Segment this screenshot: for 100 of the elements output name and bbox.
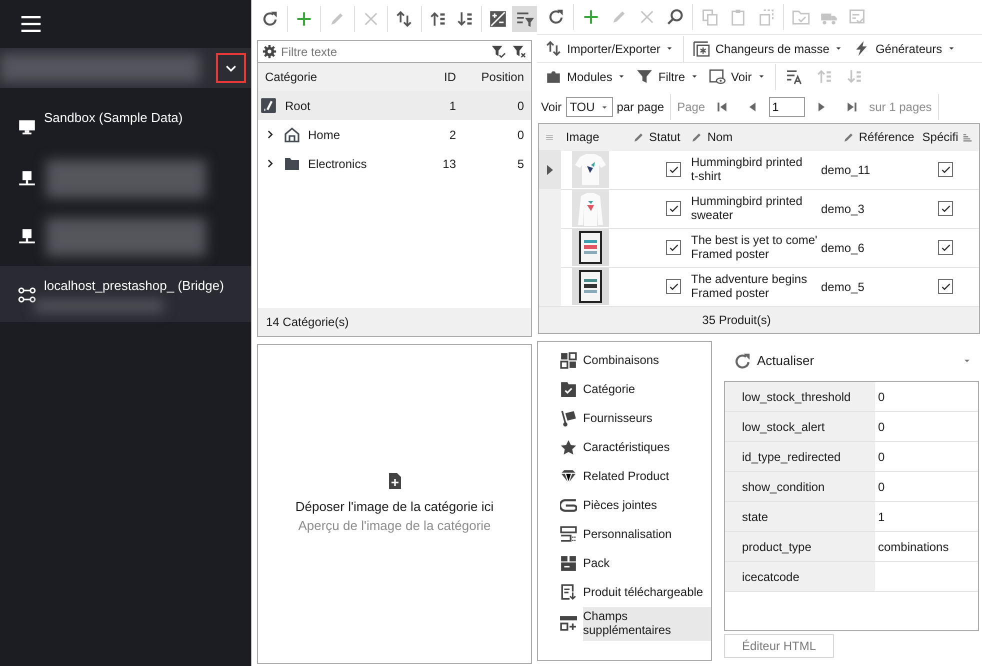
field-name: product_type: [725, 532, 875, 561]
add-image-icon: [386, 472, 402, 488]
tree-row[interactable]: Root 1 0: [258, 91, 531, 120]
pencil-icon: [690, 130, 704, 144]
field-value[interactable]: 0: [875, 472, 978, 501]
checkbox[interactable]: [666, 279, 681, 294]
row-header[interactable]: [539, 150, 561, 189]
tree-row[interactable]: Electronics 13 5: [258, 149, 531, 178]
column-header[interactable]: Spécifi: [914, 128, 979, 146]
page-field[interactable]: 1: [769, 97, 806, 117]
detail-tab[interactable]: Pack: [583, 549, 711, 578]
check-icon: [940, 242, 952, 254]
duplicate-icon: [757, 8, 775, 26]
detail-tab[interactable]: Fournisseurs: [583, 404, 711, 433]
menu-button[interactable]: Modules: [542, 66, 630, 88]
column-header[interactable]: Nom: [680, 128, 820, 146]
product-name: Hummingbird printed sweater: [690, 194, 804, 222]
tree-row[interactable]: Home 2 0: [258, 120, 531, 149]
field-name: low_stock_threshold: [725, 382, 875, 411]
settings-button[interactable]: [261, 43, 278, 60]
menu-button[interactable]: Changeurs de masse: [690, 38, 846, 60]
check-icon: [668, 202, 680, 214]
refresh-button[interactable]: Actualiser: [730, 349, 818, 373]
column-header[interactable]: Image: [560, 128, 619, 146]
category-name: Root: [285, 98, 310, 114]
category-name: Electronics: [308, 156, 367, 172]
product-row[interactable]: The adventure begins Framed poster demo_5: [539, 268, 979, 306]
move-down-icon: [846, 68, 864, 85]
page-total: sur 1 pages: [869, 99, 932, 116]
detail-tab[interactable]: Produit téléchargeable: [583, 578, 711, 607]
field-name: low_stock_alert: [725, 412, 875, 441]
grid-icon: [560, 352, 577, 369]
package-icon: [560, 555, 577, 572]
detail-tab[interactable]: Caractéristiques: [583, 433, 711, 462]
product-row[interactable]: Hummingbird printed sweater demo_3: [539, 190, 979, 228]
monitor-icon: [18, 118, 36, 136]
detail-tab[interactable]: Champs supplémentaires: [583, 607, 711, 641]
checkbox[interactable]: [666, 201, 681, 216]
column-header[interactable]: Position: [456, 68, 531, 86]
image-drop-zone[interactable]: Déposer l'image de la catégorie ici Aperçu de l'image de la catégorie: [257, 344, 532, 664]
plus-icon: [294, 10, 313, 28]
detail-tab[interactable]: Related Product: [583, 462, 711, 491]
detail-tab[interactable]: Pièces jointes: [583, 491, 711, 520]
menu-button[interactable]: Importer/Exporter: [542, 38, 678, 60]
column-header[interactable]: Catégorie: [258, 68, 406, 86]
filter-icon: [636, 68, 654, 85]
move-up-icon: [429, 10, 448, 28]
menu-icon: [20, 13, 42, 35]
field-value[interactable]: 0: [875, 442, 978, 471]
filter-list-button[interactable]: [512, 6, 538, 32]
field-value[interactable]: 0: [875, 382, 978, 411]
reference-cell-text: demo_5: [821, 278, 866, 296]
network-icon: [18, 170, 36, 188]
checkbox[interactable]: [666, 240, 681, 255]
detail-tab[interactable]: Combinaisons: [583, 346, 711, 375]
check-icon: [940, 164, 952, 176]
column-header[interactable]: ID: [406, 68, 456, 86]
checkbox[interactable]: [666, 162, 681, 177]
menu-button[interactable]: Voir: [706, 66, 769, 88]
html-editor-button[interactable]: Éditeur HTML: [724, 634, 834, 658]
download-document-icon: [560, 584, 577, 601]
connection-name: localhost_prestashop_ (Bridge): [44, 277, 224, 295]
checkbox[interactable]: [938, 279, 953, 294]
product-name: Hummingbird printed t-shirt: [690, 156, 804, 184]
detail-tab[interactable]: Catégorie: [583, 375, 711, 404]
menu-button[interactable]: Générateurs: [850, 38, 960, 60]
product-name: The best is yet to come' Framed poster: [690, 234, 818, 262]
page-size-label: Voir: [541, 99, 562, 116]
connection-icon: [18, 286, 36, 304]
field-value[interactable]: 0: [875, 412, 978, 441]
folder-check-icon: [792, 8, 810, 26]
category-name: Home: [308, 126, 340, 144]
first-page-icon: [715, 100, 730, 114]
field-name: state: [725, 502, 875, 531]
field-value[interactable]: 1: [875, 502, 978, 531]
folder-check-icon: [560, 381, 577, 398]
refresh-icon: [261, 10, 280, 28]
column-header[interactable]: Statut: [618, 128, 680, 146]
connection-item[interactable]: Sandbox (Sample Data): [0, 98, 251, 150]
id-cell-text: 1: [448, 98, 456, 114]
product-row[interactable]: Hummingbird printed t-shirt demo_11: [539, 150, 979, 190]
checkbox[interactable]: [938, 162, 953, 177]
page-size-select[interactable]: TOU: [566, 97, 613, 117]
puzzle-icon: [545, 68, 562, 85]
page-label: Page: [677, 99, 706, 116]
detail-tab[interactable]: Personnalisation: [583, 520, 711, 549]
row-pointer-icon: [547, 164, 553, 174]
eye-icon: [709, 68, 726, 85]
dropdown-toggle-button[interactable]: [216, 53, 246, 83]
column-header[interactable]: Référence: [820, 128, 914, 146]
checkbox[interactable]: [938, 240, 953, 255]
filter-clear-icon: [512, 44, 526, 59]
folder-icon: [284, 156, 300, 172]
field-value[interactable]: combinations: [875, 532, 978, 561]
field-name: id_type_redirected: [725, 442, 875, 471]
menu-button[interactable]: Filtre: [633, 66, 702, 88]
connection-item[interactable]: localhost_prestashop_ (Bridge): [0, 266, 251, 322]
checkbox[interactable]: [938, 201, 953, 216]
reference-cell-text: demo_11: [821, 162, 872, 178]
product-name: The adventure begins Framed poster: [690, 272, 808, 300]
